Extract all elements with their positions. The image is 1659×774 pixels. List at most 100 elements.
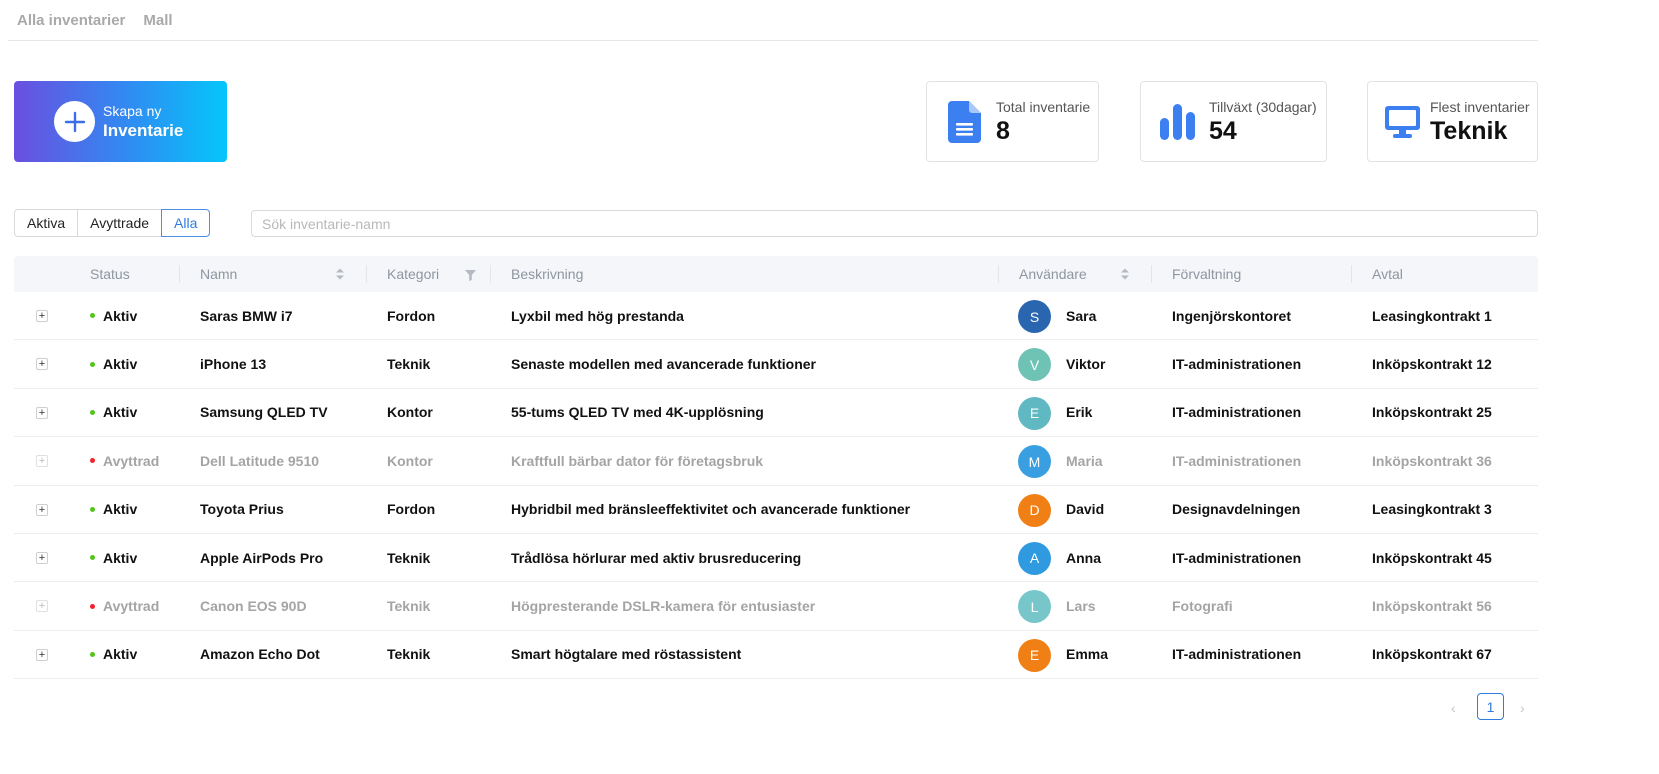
name-cell: Toyota Prius (200, 501, 284, 518)
status-cell: Aktiv (90, 292, 137, 339)
user-cell: Lars (1066, 598, 1096, 615)
status-dot (90, 458, 95, 464)
avatar: L (1018, 590, 1051, 624)
sort-icon[interactable] (1120, 267, 1130, 286)
name-cell: Amazon Echo Dot (200, 646, 320, 663)
table-row[interactable]: + Aktiv Saras BMW i7 Fordon Lyxbil med hög p… (14, 292, 1538, 341)
description-cell: Smart högtalare med röstassistent (511, 646, 742, 663)
user-cell: Viktor (1066, 356, 1106, 373)
avatar: D (1018, 493, 1051, 527)
expand-row-icon[interactable]: + (36, 648, 48, 661)
name-cell: Dell Latitude 9510 (200, 452, 320, 469)
filter-icon[interactable] (465, 268, 476, 286)
user-cell: Sara (1066, 307, 1097, 324)
category-cell: Kontor (387, 452, 433, 469)
status-dot (90, 651, 95, 657)
table-row[interactable]: + Aktiv iPhone 13 Teknik Senaste modellen me… (14, 340, 1538, 389)
avatar: M (1018, 445, 1051, 479)
tab-all-inventories[interactable]: Alla inventarier (17, 12, 125, 29)
description-cell: Kraftfull bärbar dator för företagsbruk (511, 452, 764, 469)
status-text: Aktiv (103, 646, 138, 663)
expand-row-icon[interactable]: + (36, 455, 48, 468)
filter-all[interactable]: Alla (161, 209, 211, 237)
stat-value: Teknik (1430, 116, 1508, 145)
status-text: Avyttrad (103, 452, 160, 469)
description-cell: 55-tums QLED TV med 4K-upplösning (511, 404, 764, 421)
management-cell: Fotografi (1172, 598, 1233, 615)
table-row[interactable]: + Aktiv Amazon Echo Dot Teknik Smart högtala… (14, 631, 1538, 680)
status-cell: Aktiv (90, 486, 137, 533)
management-cell: Designavdelningen (1172, 501, 1301, 518)
create-label-small: Skapa ny (103, 102, 162, 119)
expand-row-icon[interactable]: + (36, 551, 48, 564)
user-cell: Maria (1066, 452, 1103, 469)
chevron-right-icon[interactable]: › (1520, 700, 1525, 716)
status-dot (90, 361, 95, 367)
expand-row-icon[interactable]: + (36, 503, 48, 516)
document-icon (948, 100, 981, 143)
bar-chart-icon (1160, 103, 1196, 140)
status-text: Aktiv (103, 404, 138, 421)
table-row[interactable]: + Aktiv Toyota Prius Fordon Hybridbil med br… (14, 486, 1538, 534)
stat-card-total: Total inventarie 8 (926, 81, 1099, 162)
contract-cell: Leasingkontrakt 3 (1372, 501, 1492, 518)
status-text: Aktiv (103, 501, 138, 518)
status-cell: Aktiv (90, 340, 137, 387)
page-button-current[interactable]: 1 (1477, 693, 1504, 720)
create-inventory-button[interactable]: Skapa ny Inventarie (14, 81, 227, 162)
avatar: A (1018, 541, 1051, 575)
column-name[interactable]: Namn (200, 256, 237, 292)
avatar: E (1018, 638, 1051, 672)
description-cell: Lyxbil med hög prestanda (511, 307, 684, 324)
avatar: E (1018, 396, 1051, 430)
avatar: S (1018, 300, 1051, 333)
status-cell: Aktiv (90, 389, 137, 436)
chevron-left-icon[interactable]: ‹ (1451, 700, 1456, 716)
stat-label: Tillväxt (30dagar) (1209, 98, 1317, 115)
tab-template[interactable]: Mall (143, 12, 172, 29)
column-category: Kategori (387, 266, 440, 282)
category-cell: Teknik (387, 356, 431, 373)
description-cell: Trådlösa hörlurar med aktiv brusreduceri… (511, 549, 802, 566)
create-label-big: Inventarie (103, 120, 184, 140)
table-row[interactable]: + Avyttrad Canon EOS 90D Teknik Högpresteran… (14, 582, 1538, 631)
plus-icon (54, 101, 95, 142)
status-cell: Avyttrad (90, 437, 159, 484)
management-cell: IT-administrationen (1172, 404, 1302, 421)
category-cell: Kontor (387, 404, 433, 421)
stat-label: Total inventarie (996, 98, 1091, 115)
expand-row-icon[interactable]: + (36, 310, 48, 322)
table-row[interactable]: + Aktiv Apple AirPods Pro Teknik Trådlösa hö… (14, 534, 1538, 583)
status-dot (90, 555, 95, 561)
status-text: Aktiv (103, 356, 138, 373)
expand-row-icon[interactable]: + (36, 600, 48, 613)
search-input[interactable] (251, 210, 1538, 237)
table-row[interactable]: + Aktiv Samsung QLED TV Kontor 55-tums QLED … (14, 389, 1538, 438)
monitor-icon (1385, 105, 1420, 138)
column-status: Status (90, 266, 130, 282)
user-cell: Emma (1066, 646, 1109, 663)
category-cell: Teknik (387, 646, 431, 663)
management-cell: IT-administrationen (1172, 356, 1302, 373)
table-row[interactable]: + Avyttrad Dell Latitude 9510 Kontor Kraftfu… (14, 437, 1538, 486)
status-text: Aktiv (103, 307, 138, 324)
avatar: V (1018, 348, 1051, 382)
column-user[interactable]: Användare (1019, 256, 1087, 292)
management-cell: Ingenjörskontoret (1172, 307, 1292, 324)
filter-active[interactable]: Aktiva (14, 209, 79, 237)
expand-row-icon[interactable]: + (36, 406, 48, 419)
status-dot (90, 506, 95, 512)
expand-row-icon[interactable]: + (36, 358, 48, 371)
description-cell: Hybridbil med bränsleeffektivitet och av… (511, 501, 911, 518)
filter-retired[interactable]: Avyttrade (77, 209, 163, 237)
sort-icon[interactable] (335, 267, 345, 286)
user-cell: Erik (1066, 404, 1093, 421)
name-cell: Canon EOS 90D (200, 598, 307, 615)
user-cell: David (1066, 501, 1105, 518)
contract-cell: Inköpskontrakt 45 (1372, 549, 1492, 566)
status-text: Avyttrad (103, 598, 160, 615)
management-cell: IT-administrationen (1172, 549, 1302, 566)
category-cell: Fordon (387, 307, 436, 324)
contract-cell: Inköpskontrakt 67 (1372, 646, 1492, 663)
description-cell: Högpresterande DSLR-kamera för entusiast… (511, 598, 816, 615)
